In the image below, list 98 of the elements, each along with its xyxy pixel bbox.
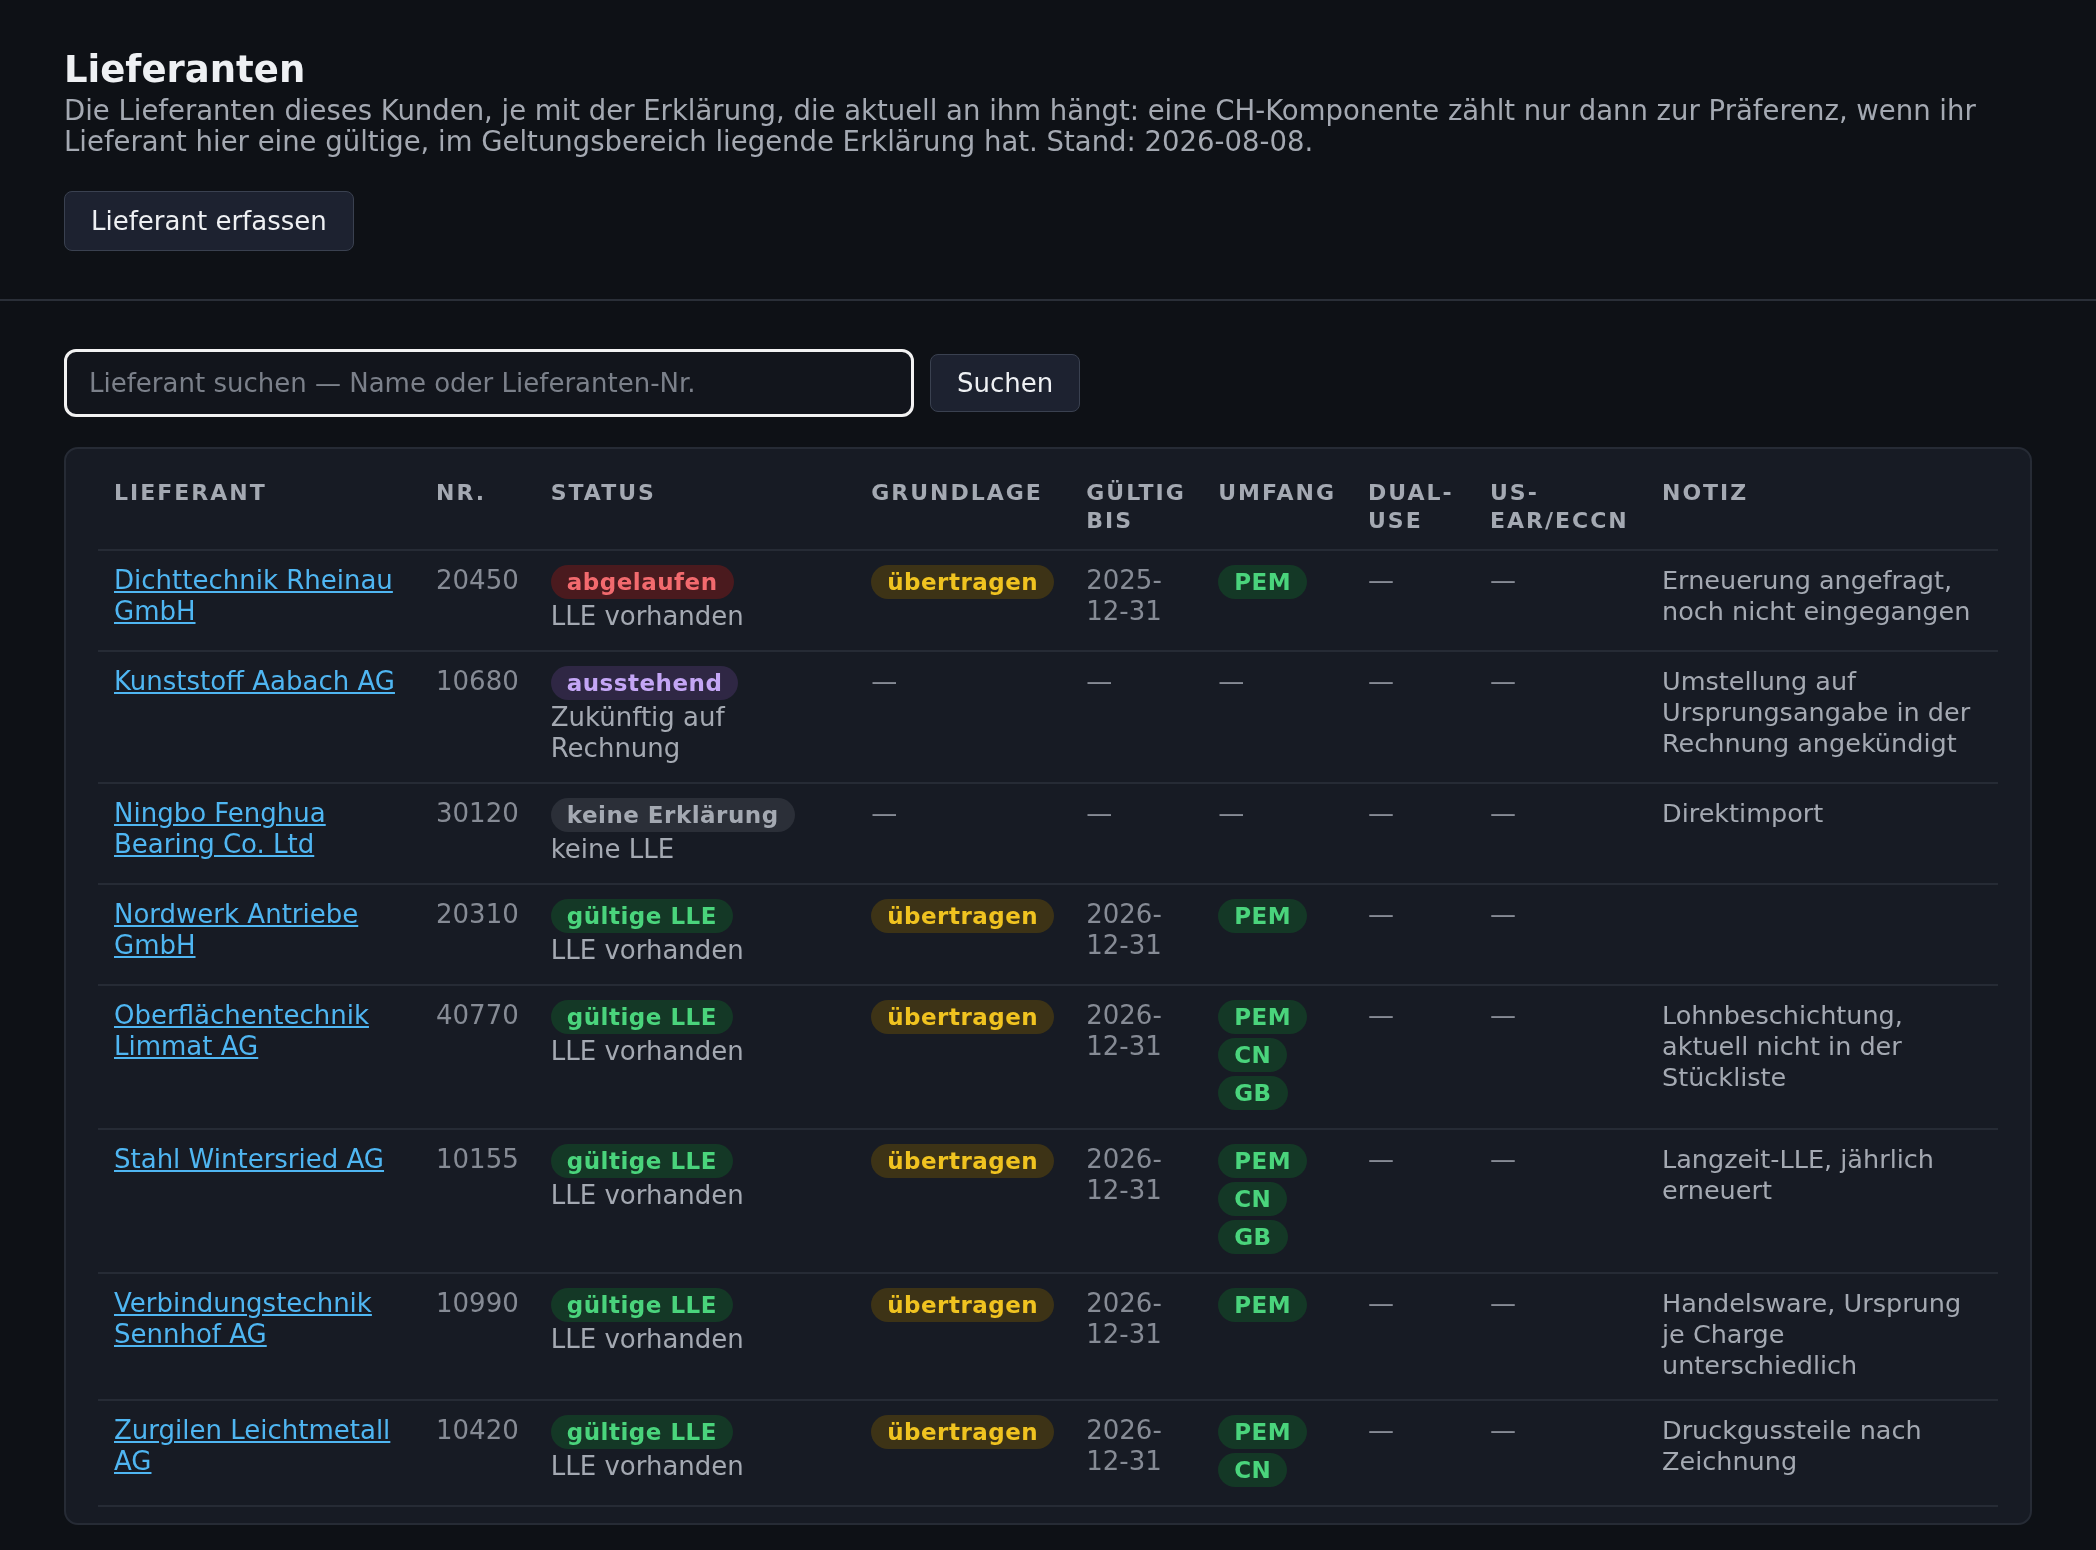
column-header: NR.: [436, 479, 487, 507]
supplier-link[interactable]: Nordwerk Antriebe GmbH: [114, 899, 404, 961]
note-text: Erneuerung angefragt, noch nicht eingegangen: [1662, 565, 1971, 626]
supplier-link[interactable]: Kunststoff Aabach AG: [114, 666, 395, 697]
page-title: Lieferanten: [64, 48, 307, 91]
scope-badge: PEM: [1218, 565, 1308, 599]
valid-until: —: [1086, 798, 1114, 829]
scope-badge: GB: [1218, 1076, 1288, 1110]
column-header: DUAL-USE: [1368, 479, 1455, 535]
valid-until: 2026-12-31: [1086, 1000, 1163, 1062]
dual-use-value: —: [1368, 666, 1394, 696]
dual-use-value: —: [1368, 1000, 1394, 1030]
supplier-link[interactable]: Ningbo Fenghua Bearing Co. Ltd: [114, 798, 404, 860]
note-text: Direktimport: [1662, 798, 1824, 828]
status-badge: keine Erklärung: [550, 798, 795, 832]
status-detail: LLE vorhanden: [550, 1036, 744, 1067]
column-header: US-EAR/ECCN: [1490, 479, 1630, 535]
add-supplier-button[interactable]: Lieferant erfassen: [64, 191, 354, 251]
supplier-number: 10990: [436, 1288, 519, 1318]
page-description: Die Lieferanten dieses Kunden, je mit der Erklärung, die aktuell an ihm hängt: eine CH-Komponente zählt nur dann zur Präferenz, wenn ihr Lieferant hier eine gültige, im Geltungsbereich liegende Erklärung hat. Stand: 2026-08-08.: [64, 95, 1977, 157]
search-field[interactable]: Lieferant suchen — Name oder Lieferanten-Nr.: [64, 349, 914, 417]
status-detail: LLE vorhanden: [550, 601, 744, 632]
column-header: UMFANG: [1218, 479, 1336, 507]
column-header: LIEFERANT: [114, 479, 267, 507]
supplier-number: 10420: [436, 1415, 519, 1445]
status-detail: LLE vorhanden: [550, 1451, 744, 1482]
supplier-link[interactable]: Stahl Wintersried AG: [114, 1144, 385, 1175]
dual-use-value: —: [1368, 1144, 1394, 1174]
scope-badge: PEM: [1218, 1288, 1308, 1322]
eccn-value: —: [1490, 1144, 1516, 1174]
column-header: GÜLTIG BIS: [1086, 479, 1187, 535]
scope-badge: PEM: [1218, 1415, 1308, 1449]
scope-badge: PEM: [1218, 1144, 1308, 1178]
eccn-value: —: [1490, 798, 1516, 828]
dual-use-value: —: [1368, 1415, 1394, 1445]
scope-text: —: [1218, 798, 1245, 828]
status-detail: Zukünftig auf Rechnung: [550, 702, 727, 764]
status-badge: gültige LLE: [550, 1144, 733, 1178]
scope-badge: CN: [1218, 1182, 1288, 1216]
basis-text: —: [871, 798, 898, 828]
eccn-value: —: [1490, 1000, 1516, 1030]
status-detail: keine LLE: [550, 834, 675, 865]
basis-badge: übertragen: [871, 1144, 1055, 1178]
status-badge: gültige LLE: [550, 1415, 733, 1449]
supplier-number: 20310: [436, 899, 519, 929]
supplier-link[interactable]: Oberflächentechnik Limmat AG: [114, 1000, 404, 1062]
dual-use-value: —: [1368, 1288, 1394, 1318]
basis-text: —: [871, 666, 898, 696]
scope-badge: PEM: [1218, 899, 1308, 933]
search-button[interactable]: Suchen: [930, 354, 1081, 412]
status-detail: LLE vorhanden: [550, 1180, 744, 1211]
valid-until: 2026-12-31: [1086, 1144, 1163, 1206]
supplier-number: 10155: [436, 1144, 519, 1174]
status-badge: gültige LLE: [550, 899, 733, 933]
basis-badge: übertragen: [871, 565, 1055, 599]
dual-use-value: —: [1368, 798, 1394, 828]
supplier-number: 20450: [436, 565, 519, 595]
scope-text: —: [1218, 666, 1245, 696]
scope-badge: CN: [1218, 1038, 1288, 1072]
note-text: Langzeit-LLE, jährlich erneuert: [1662, 1144, 1934, 1205]
scope-badge: PEM: [1218, 1000, 1308, 1034]
status-badge: abgelaufen: [550, 565, 734, 599]
valid-until: 2026-12-31: [1086, 1415, 1163, 1477]
eccn-value: —: [1490, 1415, 1516, 1445]
status-detail: LLE vorhanden: [550, 1324, 744, 1355]
valid-until: —: [1086, 666, 1114, 697]
scope-badge: CN: [1218, 1453, 1288, 1487]
column-header: GRUNDLAGE: [871, 479, 1043, 507]
note-text: Druckgussteile nach Zeichnung: [1662, 1415, 1922, 1476]
column-header: STATUS: [550, 479, 656, 507]
basis-badge: übertragen: [871, 1000, 1055, 1034]
basis-badge: übertragen: [871, 1288, 1055, 1322]
column-header: NOTIZ: [1662, 479, 1749, 507]
status-detail: LLE vorhanden: [550, 935, 744, 966]
eccn-value: —: [1490, 899, 1516, 929]
note-text: Umstellung auf Ursprungsangabe in der Rechnung angekündigt: [1662, 666, 1971, 758]
note-text: Lohnbeschichtung, aktuell nicht in der Stückliste: [1662, 1000, 1903, 1092]
valid-until: 2026-12-31: [1086, 1288, 1163, 1350]
status-badge: gültige LLE: [550, 1000, 733, 1034]
dual-use-value: —: [1368, 899, 1394, 929]
dual-use-value: —: [1368, 565, 1394, 595]
supplier-link[interactable]: Dichttechnik Rheinau GmbH: [114, 565, 404, 627]
supplier-number: 40770: [436, 1000, 519, 1030]
basis-badge: übertragen: [871, 899, 1055, 933]
supplier-number: 30120: [436, 798, 519, 828]
valid-until: 2026-12-31: [1086, 899, 1163, 961]
supplier-link[interactable]: Verbindungstechnik Sennhof AG: [114, 1288, 404, 1350]
status-badge: ausstehend: [550, 666, 739, 700]
supplier-number: 10680: [436, 666, 519, 696]
scope-badge: GB: [1218, 1220, 1288, 1254]
eccn-value: —: [1490, 1288, 1516, 1318]
note-text: Handelsware, Ursprung je Charge unterschiedlich: [1662, 1288, 1962, 1380]
eccn-value: —: [1490, 666, 1516, 696]
supplier-link[interactable]: Zurgilen Leichtmetall AG: [114, 1415, 404, 1477]
basis-badge: übertragen: [871, 1415, 1055, 1449]
eccn-value: —: [1490, 565, 1516, 595]
status-badge: gültige LLE: [550, 1288, 733, 1322]
valid-until: 2025-12-31: [1086, 565, 1163, 627]
